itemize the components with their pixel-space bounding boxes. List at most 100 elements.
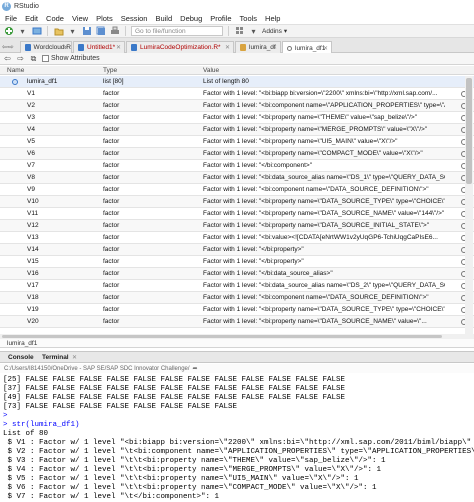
console-command: > str(lumira_df1)	[3, 421, 80, 429]
table-row[interactable]: V3 factor Factor with 1 level: "<bi:proper…	[0, 112, 474, 124]
cell-value: Factor with 1 level: "<bi:component name…	[203, 186, 429, 193]
cell-name: V19	[27, 306, 39, 313]
viewer-row-root[interactable]: lumira_df1 list [80] List of length 80	[0, 76, 474, 88]
chevron-down-icon[interactable]: ▾	[67, 26, 78, 36]
table-row[interactable]: V8 factor Factor with 1 level: "<bi:data_s…	[0, 172, 474, 184]
close-icon[interactable]: ✕	[63, 44, 68, 51]
close-icon[interactable]: ✕	[225, 44, 230, 51]
cell-type: factor	[103, 186, 120, 193]
menu-code[interactable]: Code	[42, 14, 68, 23]
object-viewer: Name Type Value lumira_df1 list [80] List …	[0, 66, 474, 334]
save-all-icon[interactable]	[95, 26, 106, 36]
cell-name: V11	[27, 210, 39, 217]
console-output-line: $ V7 : Factor w/ 1 level "\t</bi:compone…	[3, 493, 220, 501]
console-output-line: $ V5 : Factor w/ 1 level "\t\t<bi:proper…	[3, 475, 359, 483]
table-row[interactable]: V11 factor Factor with 1 level: "<bi:prope…	[0, 208, 474, 220]
cell-name: V8	[27, 174, 35, 181]
go-to-directory-icon[interactable]: ➦	[193, 365, 198, 372]
scrollbar-thumb[interactable]	[466, 78, 472, 184]
table-row[interactable]: V20 factor Factor with 1 level: "<bi:prope…	[0, 316, 474, 328]
tab-lumira-code-optimization[interactable]: LumiraCodeOptimization.R* ✕	[126, 41, 234, 53]
cell-value: List of length 80	[203, 78, 249, 85]
save-icon[interactable]	[81, 26, 92, 36]
menu-view[interactable]: View	[68, 14, 92, 23]
back-arrow-icon[interactable]: ⇦	[3, 54, 12, 63]
tab-nav-arrows[interactable]: ⇦ ⇨	[2, 41, 20, 53]
toolbar-divider	[47, 26, 48, 36]
menu-edit[interactable]: Edit	[21, 14, 42, 23]
menu-profile[interactable]: Profile	[206, 14, 235, 23]
forward-arrow-icon[interactable]: ⇨	[8, 43, 14, 51]
menu-tools[interactable]: Tools	[236, 14, 262, 23]
table-row[interactable]: V10 factor Factor with 1 level: "<bi:prope…	[0, 196, 474, 208]
cell-name: V3	[27, 114, 35, 121]
table-row[interactable]: V7 factor Factor with 1 level: "</bi:compo…	[0, 160, 474, 172]
tab-label: lumira_df1	[295, 44, 326, 52]
menu-build[interactable]: Build	[151, 14, 176, 23]
checkbox[interactable]	[42, 55, 49, 62]
new-file-icon[interactable]	[3, 26, 14, 36]
table-row[interactable]: V18 factor Factor with 1 level: "<bi:compo…	[0, 292, 474, 304]
table-row[interactable]: V19 factor Factor with 1 level: "<bi:prope…	[0, 304, 474, 316]
scrollbar-thumb[interactable]	[2, 335, 442, 338]
show-attributes-checkbox[interactable]: Show Attributes	[42, 55, 100, 62]
cell-name: V20	[27, 318, 39, 325]
tab-lumira-df[interactable]: lumira_df ✕	[235, 41, 281, 53]
cell-name: V14	[27, 246, 39, 253]
table-row[interactable]: V12 factor Factor with 1 level: "<bi:prope…	[0, 220, 474, 232]
cell-type: factor	[103, 138, 120, 145]
table-row[interactable]: V17 factor Factor with 1 level: "<bi:data_…	[0, 280, 474, 292]
table-row[interactable]: V16 factor Factor with 1 level: "</bi:data…	[0, 268, 474, 280]
table-row[interactable]: V2 factor Factor with 1 level: "<bi:compon…	[0, 100, 474, 112]
tab-untitled1[interactable]: Untitled1* ✕	[73, 41, 125, 53]
column-header-value[interactable]: Value	[203, 67, 219, 74]
chevron-down-icon[interactable]: ▾	[17, 26, 28, 36]
column-header-type[interactable]: Type	[103, 67, 117, 74]
cell-value: Factor with 1 level: "<bi:data_source_al…	[203, 174, 445, 181]
cell-value: Factor with 1 level: "<bi:property name=…	[203, 222, 430, 229]
console-output-line: $ V4 : Factor w/ 1 level "\t\t<bi:proper…	[3, 466, 382, 474]
open-folder-icon[interactable]	[53, 26, 64, 36]
cell-value: Factor with 1 level: "</bi:property>"	[203, 246, 304, 253]
cell-name: lumira_df1	[27, 78, 58, 85]
menu-file[interactable]: File	[0, 14, 21, 23]
cell-value: Factor with 1 level: "<bi:property name=…	[203, 126, 428, 133]
cell-type: factor	[103, 270, 120, 277]
grid-icon[interactable]	[234, 26, 245, 36]
vertical-scrollbar[interactable]	[465, 76, 473, 334]
table-row[interactable]: V1 factor Factor with 1 level: "<bi:biapp …	[0, 88, 474, 100]
menu-help[interactable]: Help	[261, 14, 284, 23]
table-row[interactable]: V9 factor Factor with 1 level: "<bi:compon…	[0, 184, 474, 196]
close-icon[interactable]: ✕	[72, 354, 77, 361]
external-window-icon[interactable]: ⧉	[29, 54, 38, 64]
table-row[interactable]: V4 factor Factor with 1 level: "<bi:proper…	[0, 124, 474, 136]
addins-menu[interactable]: Addins ▾	[262, 27, 287, 36]
goto-file-function-input[interactable]: Go to file/function	[131, 26, 223, 36]
close-icon[interactable]: ✕	[116, 44, 121, 51]
menu-session[interactable]: Session	[117, 14, 152, 23]
close-icon[interactable]: ✕	[323, 45, 328, 52]
menu-debug[interactable]: Debug	[176, 14, 206, 23]
forward-arrow-icon[interactable]: ⇨	[16, 54, 25, 63]
table-row[interactable]: V14 factor Factor with 1 level: "</bi:prop…	[0, 244, 474, 256]
console-output-line: List of 80	[3, 430, 49, 438]
chevron-down-icon[interactable]: ▾	[248, 26, 259, 36]
table-row[interactable]: V5 factor Factor with 1 level: "<bi:proper…	[0, 136, 474, 148]
cell-value: Factor with 1 level: "<bi:component name…	[203, 294, 429, 301]
cell-type: factor	[103, 234, 120, 241]
table-row[interactable]: V13 factor Factor with 1 level: "<bi:value…	[0, 232, 474, 244]
cell-type: factor	[103, 126, 120, 133]
print-icon[interactable]	[109, 26, 120, 36]
close-icon[interactable]: ✕	[272, 44, 277, 51]
console-output[interactable]: [25] FALSE FALSE FALSE FALSE FALSE FALSE…	[0, 374, 474, 502]
tab-terminal[interactable]: Terminal	[42, 354, 69, 361]
table-row[interactable]: V6 factor Factor with 1 level: "<bi:proper…	[0, 148, 474, 160]
new-project-icon[interactable]	[31, 26, 42, 36]
tab-wordcloud[interactable]: Wordcloud.R ✕	[20, 41, 72, 53]
tab-console[interactable]: Console	[8, 354, 34, 361]
menu-plots[interactable]: Plots	[92, 14, 117, 23]
cell-type: factor	[103, 102, 120, 109]
table-row[interactable]: V15 factor Factor with 1 level: "</bi:prop…	[0, 256, 474, 268]
column-header-name[interactable]: Name	[7, 67, 24, 74]
goto-placeholder: Go to file/function	[135, 27, 186, 35]
